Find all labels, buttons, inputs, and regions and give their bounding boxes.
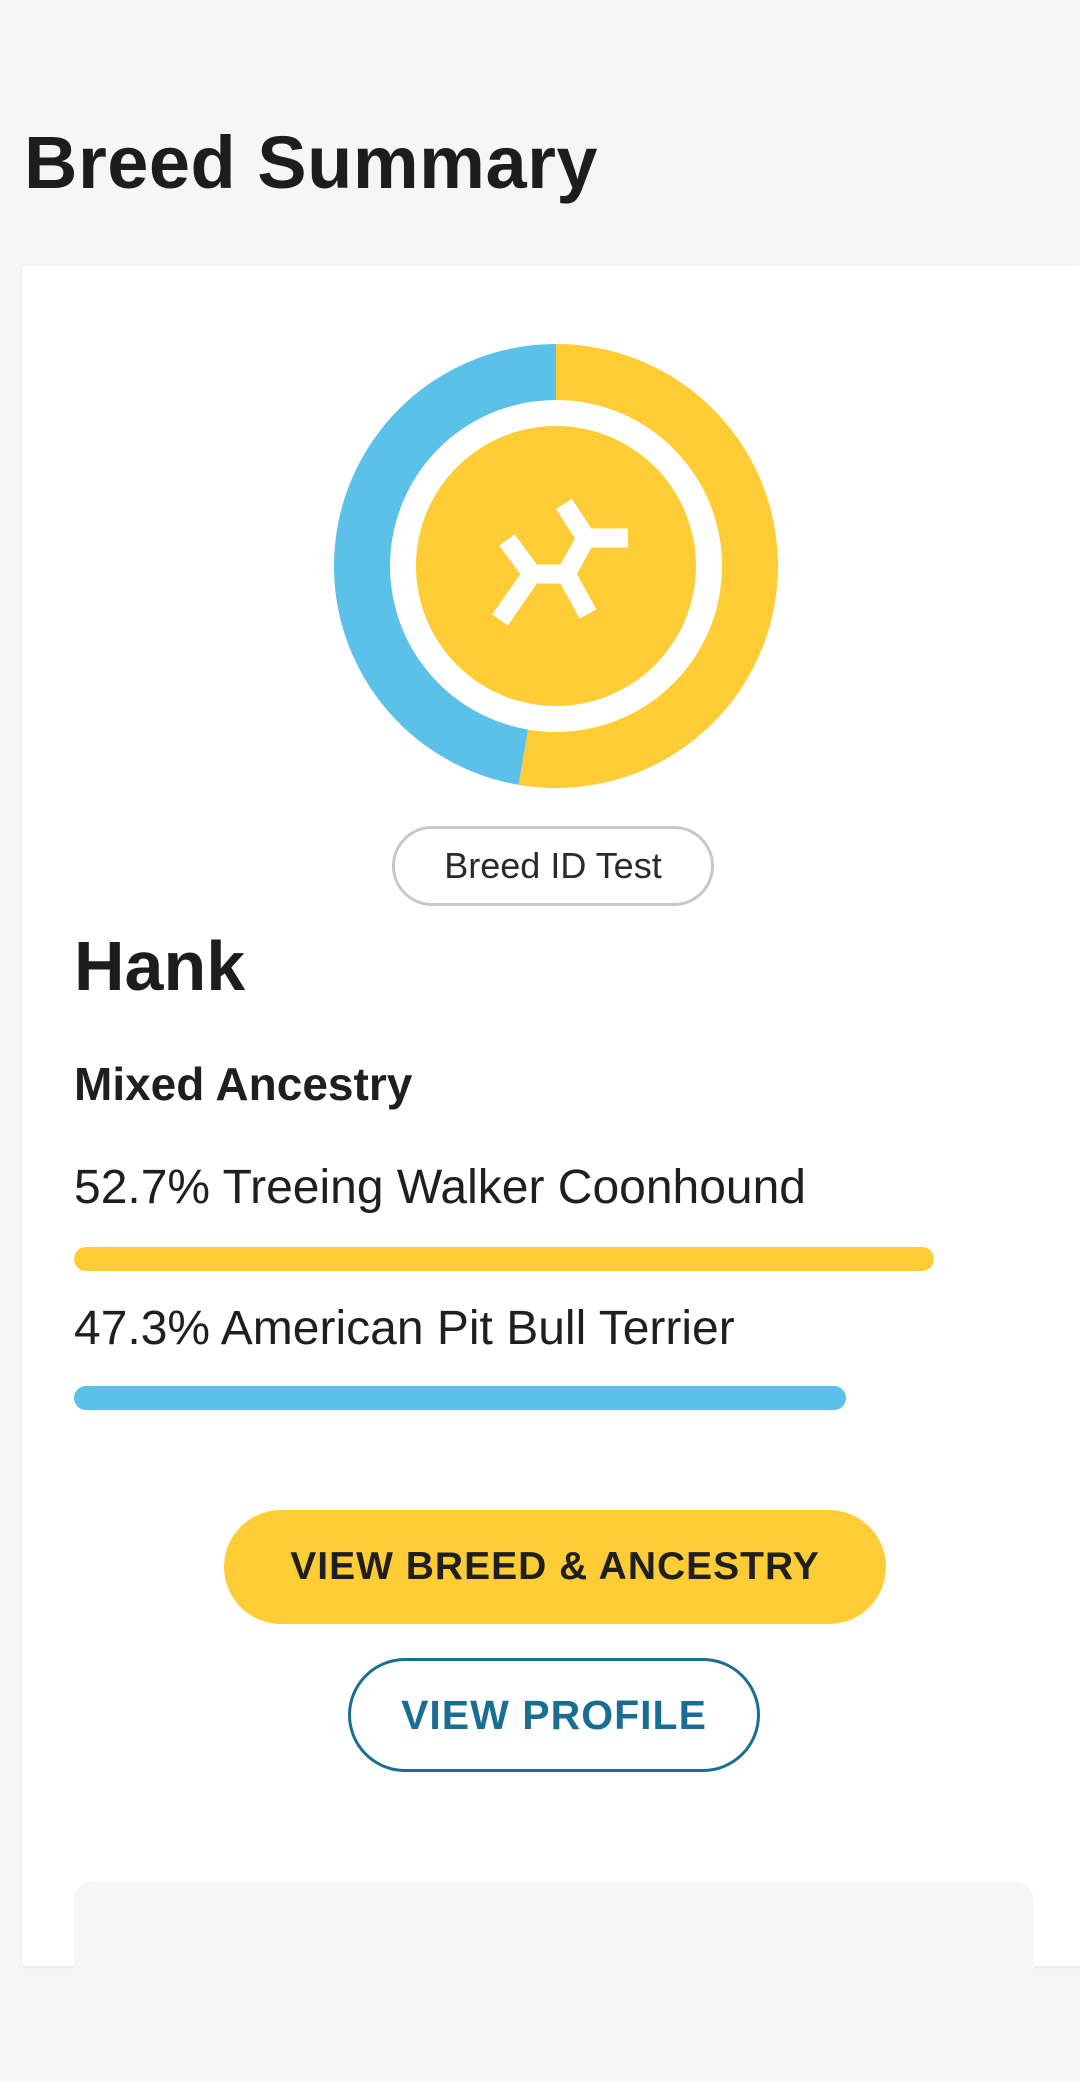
page-title: Breed Summary	[24, 121, 599, 204]
next-section-panel	[74, 1882, 1034, 2082]
breed-bar-1	[74, 1247, 934, 1271]
ring-segment-1	[518, 344, 778, 788]
breed-label-2: 47.3% American Pit Bull Terrier	[74, 1302, 735, 1355]
view-profile-button[interactable]: VIEW PROFILE	[348, 1658, 760, 1772]
breed-label-1: 52.7% Treeing Walker Coonhound	[74, 1161, 806, 1214]
ring-segment-2	[334, 344, 557, 785]
ring-segments	[334, 344, 778, 788]
breed-donut-ring	[334, 344, 778, 788]
ancestry-heading: Mixed Ancestry	[74, 1058, 413, 1110]
view-breed-ancestry-button[interactable]: VIEW BREED & ANCESTRY	[224, 1510, 886, 1624]
dog-name: Hank	[74, 927, 246, 1005]
test-type-badge: Breed ID Test	[392, 826, 714, 906]
breed-bar-2	[74, 1386, 846, 1410]
breed-summary-card: Breed ID Test Hank Mixed Ancestry 52.7% …	[22, 266, 1080, 2082]
